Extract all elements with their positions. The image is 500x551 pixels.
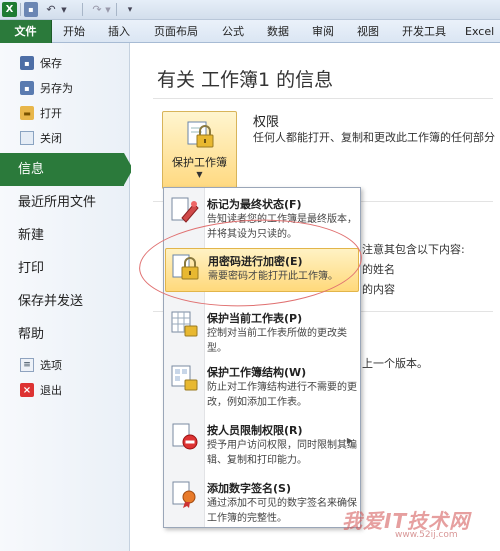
save-icon: ▪ [20, 56, 34, 70]
protect-workbook-label: 保护工作簿 [172, 156, 227, 169]
backstage-tab-info[interactable]: 信息 [0, 153, 133, 186]
tab-formulas[interactable]: 公式 [222, 20, 244, 43]
inspect-text-1: 注意其包含以下内容: [362, 243, 465, 256]
tab-excel-addin[interactable]: Excel [465, 20, 494, 43]
page-title: 有关 工作簿1 的信息 [157, 69, 334, 91]
menu-item-title: 标记为最终状态(F) [207, 198, 302, 211]
menu-item-desc: 控制对当前工作表所做的更改类型。 [207, 328, 347, 354]
backstage-save-as-label: 另存为 [40, 82, 73, 95]
backstage-exit-label: 退出 [40, 384, 62, 397]
backstage-close[interactable]: 关闭 [0, 126, 130, 150]
protect-workbook-button[interactable]: 保护工作簿 ▼ [162, 111, 237, 189]
backstage-tab-new[interactable]: 新建 [0, 219, 130, 252]
divider [153, 98, 493, 99]
menu-item-desc: 授予用户访问权限，同时限制其编辑、复制和打印能力。 [207, 440, 357, 466]
backstage-exit[interactable]: × 退出 [0, 378, 130, 402]
permissions-description: 任何人都能打开、复制和更改此工作簿的任何部分 [253, 131, 495, 144]
submenu-arrow-icon: ▶ [346, 436, 353, 445]
backstage-tab-save-send[interactable]: 保存并发送 [0, 285, 130, 318]
watermark-url: www.52ij.com [395, 530, 458, 540]
backstage-save-label: 保存 [40, 57, 62, 70]
undo-dropdown-icon[interactable]: ▼ [60, 2, 68, 17]
backstage-options-label: 选项 [40, 359, 62, 372]
menu-item-title: 保护当前工作表(P) [207, 312, 303, 325]
protect-workbook-icon [187, 121, 214, 148]
backstage-tab-help[interactable]: 帮助 [0, 318, 130, 351]
menu-item-digital-signature[interactable]: 添加数字签名(S) 通过添加不可见的数字签名来确保工作簿的完整性。 [165, 476, 359, 526]
menu-item-title: 按人员限制权限(R) [207, 424, 303, 437]
menu-item-title: 添加数字签名(S) [207, 482, 291, 495]
customize-toolbar-icon[interactable]: ▾ [124, 2, 136, 17]
permissions-heading: 权限 [253, 115, 280, 130]
qa-separator [116, 3, 117, 16]
menu-item-desc: 通过添加不可见的数字签名来确保工作簿的完整性。 [207, 498, 357, 524]
menu-item-desc: 防止对工作簿结构进行不需要的更改，例如添加工作表。 [207, 382, 357, 408]
close-file-icon [20, 131, 34, 145]
backstage-tab-recent[interactable]: 最近所用文件 [0, 186, 130, 219]
save-icon[interactable]: ▪ [24, 2, 38, 17]
menu-item-restrict-permission[interactable]: 按人员限制权限(R) 授予用户访问权限，同时限制其编辑、复制和打印能力。 ▶ [165, 418, 359, 472]
backstage-open-label: 打开 [40, 107, 62, 120]
versions-text: 上一个版本。 [362, 357, 428, 370]
qa-separator [20, 3, 21, 16]
restrict-permission-icon [172, 423, 198, 450]
menu-item-title: 保护工作簿结构(W) [207, 366, 307, 379]
open-folder-icon: ▬ [20, 106, 34, 120]
inspect-text-3: 的内容 [362, 283, 395, 296]
tab-data[interactable]: 数据 [267, 20, 289, 43]
options-icon: ≡ [20, 358, 34, 372]
qa-separator [82, 3, 83, 16]
backstage-options[interactable]: ≡ 选项 [0, 353, 130, 377]
tab-home[interactable]: 开始 [63, 20, 85, 43]
exit-icon: × [20, 383, 34, 397]
digital-signature-icon [172, 481, 196, 508]
backstage-tab-print[interactable]: 打印 [0, 252, 130, 285]
protect-sheet-icon [171, 311, 198, 337]
protect-structure-icon [171, 365, 198, 391]
save-as-icon: ▪ [20, 81, 34, 95]
final-stamp-icon [171, 197, 199, 223]
tab-page-layout[interactable]: 页面布局 [154, 20, 198, 43]
tab-view[interactable]: 视图 [357, 20, 379, 43]
chevron-down-icon: ▼ [196, 170, 203, 179]
backstage-close-label: 关闭 [40, 132, 62, 145]
tab-developer[interactable]: 开发工具 [402, 20, 446, 43]
menu-item-protect-structure[interactable]: 保护工作簿结构(W) 防止对工作簿结构进行不需要的更改，例如添加工作表。 [165, 360, 359, 414]
backstage-save-as[interactable]: ▪ 另存为 [0, 76, 130, 100]
tab-review[interactable]: 审阅 [312, 20, 334, 43]
menu-item-protect-sheet[interactable]: 保护当前工作表(P) 控制对当前工作表所做的更改类型。 [165, 306, 359, 356]
ribbon-tabs: 文件 开始 插入 页面布局 公式 数据 审阅 视图 开发工具 Excel [0, 20, 500, 43]
backstage-nav: ▪ 保存 ▪ 另存为 ▬ 打开 关闭 信息 最近所用文件 新建 打印 保存并发送… [0, 43, 133, 551]
redo-icon[interactable]: ↷ [90, 2, 104, 17]
title-bar: X ▪ ↶ ▼ ↷ ▼ ▾ [0, 0, 500, 20]
excel-app-icon[interactable]: X [2, 2, 17, 17]
tab-file[interactable]: 文件 [0, 20, 52, 43]
tab-insert[interactable]: 插入 [108, 20, 130, 43]
redo-dropdown-icon[interactable]: ▼ [104, 2, 112, 17]
backstage-save[interactable]: ▪ 保存 [0, 51, 130, 75]
inspect-text-2: 的姓名 [362, 263, 395, 276]
backstage-open[interactable]: ▬ 打开 [0, 101, 130, 125]
undo-icon[interactable]: ↶ [44, 2, 58, 17]
